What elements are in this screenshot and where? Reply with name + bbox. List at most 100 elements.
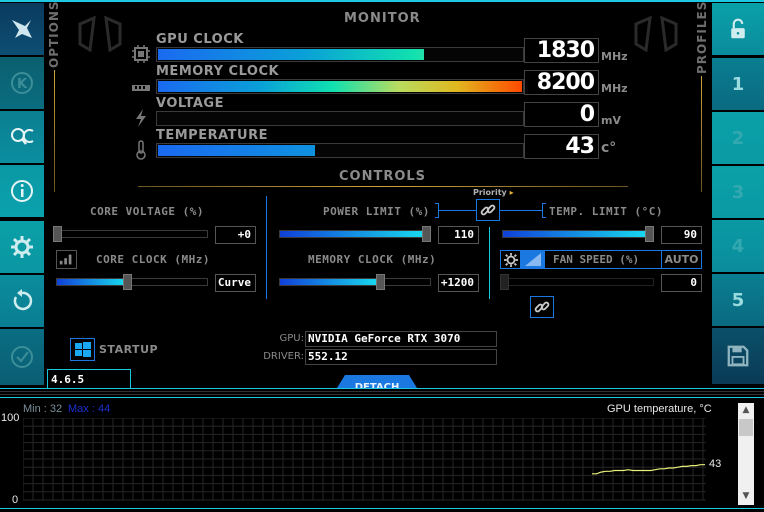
- graph-plot: [23, 418, 706, 501]
- version-box: 4.6.5: [47, 369, 131, 389]
- voltage-label: VOLTAGE: [156, 96, 224, 111]
- temp-limit-slider[interactable]: [502, 230, 654, 238]
- temperature-bar: [156, 143, 524, 158]
- core-clock-label: CORE CLOCK (MHz): [96, 253, 210, 266]
- apply-button[interactable]: [0, 329, 44, 385]
- memory-clock-ctrl-value[interactable]: +1200: [438, 274, 479, 292]
- profile-3-button[interactable]: 3: [712, 166, 764, 218]
- detach-button[interactable]: DETACH: [337, 375, 417, 388]
- fan-auto-button[interactable]: AUTO: [661, 251, 701, 268]
- frame-line-2: [0, 391, 764, 392]
- frame-line-1: [0, 388, 764, 389]
- reset-button[interactable]: [0, 275, 44, 327]
- fan-speed-slider[interactable]: [500, 278, 654, 286]
- settings-button[interactable]: [0, 221, 44, 273]
- memory-clock-ctrl-fill: [280, 279, 382, 285]
- version-text: 4.6.5: [51, 373, 85, 386]
- memory-clock-slider[interactable]: [279, 278, 431, 286]
- controls-title: CONTROLS: [339, 169, 427, 184]
- thermometer-icon: [136, 140, 146, 160]
- options-label: OPTIONS: [47, 0, 61, 68]
- scroll-up-icon[interactable]: ▲: [738, 405, 754, 417]
- controls-divider: [138, 186, 628, 187]
- scroll-thumb[interactable]: [739, 419, 753, 436]
- profile-1-button[interactable]: 1: [712, 58, 764, 110]
- graph-max-label: Max : 44: [68, 403, 111, 415]
- memory-clock-bar: [156, 79, 524, 94]
- profile-3-label: 3: [731, 181, 745, 203]
- power-limit-thumb[interactable]: [422, 226, 431, 242]
- temperature-unit: c°: [601, 140, 617, 156]
- msi-afterburner-icon: [12, 20, 32, 38]
- fan-speed-value[interactable]: 0: [661, 274, 702, 292]
- info-button[interactable]: [0, 165, 44, 217]
- startup-toggle[interactable]: [70, 338, 95, 361]
- oc-scanner-button[interactable]: [0, 111, 44, 163]
- priority-text: Priority: [473, 188, 507, 197]
- profile-1-label: 1: [731, 73, 745, 95]
- gpu-clock-label: GPU CLOCK: [156, 32, 244, 47]
- curve-editor-button[interactable]: [56, 250, 77, 269]
- gpu-info-label: GPU:: [279, 333, 304, 344]
- link-icon: [480, 204, 496, 216]
- profile-5-button[interactable]: 5: [712, 274, 764, 326]
- fan-settings-button[interactable]: [501, 251, 521, 268]
- gpu-clock-value: 1830: [524, 38, 599, 63]
- save-profile-button[interactable]: [712, 328, 764, 384]
- core-clock-value[interactable]: Curve: [215, 274, 256, 292]
- graph-y-bottom-label: 0: [12, 494, 19, 506]
- priority-line-left: [439, 210, 476, 211]
- core-clock-thumb[interactable]: [123, 274, 133, 290]
- memory-clock-unit: MHz: [601, 82, 628, 95]
- temp-limit-label: TEMP. LIMIT (°C): [549, 205, 663, 218]
- gpu-clock-bar: [156, 47, 524, 62]
- memory-clock-fill: [158, 81, 522, 92]
- memory-clock-thumb[interactable]: [376, 274, 386, 290]
- profile-2-button[interactable]: 2: [712, 112, 764, 164]
- gpu-clock-fill: [158, 49, 424, 60]
- voltage-value: 0: [524, 102, 599, 127]
- power-limit-value[interactable]: 110: [438, 226, 479, 244]
- fan-speed-thumb[interactable]: [500, 274, 509, 290]
- temp-limit-bracket: [542, 203, 546, 218]
- svg-text:K: K: [17, 77, 28, 92]
- memory-icon: [132, 85, 150, 91]
- fan-link-icon: [534, 301, 550, 313]
- afterburner-button[interactable]: [0, 3, 44, 55]
- core-voltage-value[interactable]: +0: [215, 226, 256, 244]
- fan-curve-button[interactable]: [521, 251, 545, 268]
- fan-speed-header: FAN SPEED (%) AUTO: [500, 250, 702, 269]
- graph-min-label: Min : 32: [23, 403, 63, 415]
- memory-clock-label: MEMORY CLOCK: [156, 64, 280, 79]
- power-temp-link-button[interactable]: [476, 199, 500, 221]
- logo-left-icon: [78, 16, 122, 52]
- profile-4-button[interactable]: 4: [712, 220, 764, 272]
- voltage-unit: mV: [601, 114, 621, 127]
- kombustor-button[interactable]: K: [0, 57, 44, 109]
- gpu-clock-unit: MHz: [601, 50, 628, 63]
- logo-right-icon: [634, 16, 678, 52]
- temperature-fill: [158, 145, 315, 156]
- temperature-value: 43: [524, 134, 599, 159]
- temp-limit-value[interactable]: 90: [661, 226, 702, 244]
- profile-lock-button[interactable]: [712, 3, 764, 55]
- driver-info-label: DRIVER:: [263, 351, 304, 362]
- fan-link-button[interactable]: [530, 296, 554, 318]
- monitor-title: MONITOR: [344, 11, 421, 26]
- temp-limit-thumb[interactable]: [645, 226, 654, 242]
- graph-current-value: 43: [709, 458, 722, 470]
- kombustor-k-icon: K: [11, 72, 33, 94]
- fan-curve-icon: [525, 253, 541, 266]
- power-limit-slider[interactable]: [279, 230, 431, 238]
- core-voltage-thumb[interactable]: [53, 226, 62, 242]
- scroll-down-icon[interactable]: ▼: [738, 491, 754, 503]
- core-voltage-slider[interactable]: [53, 230, 208, 238]
- apply-check-icon: [11, 346, 33, 368]
- priority-label: Priority ▸: [473, 188, 514, 197]
- temp-limit-fill: [503, 231, 653, 237]
- bar-chart-icon: [59, 254, 72, 265]
- voltage-bar: [156, 111, 524, 126]
- reset-icon: [13, 289, 33, 311]
- top-border: [0, 0, 764, 2]
- graph-scrollbar[interactable]: ▲ ▼: [738, 403, 754, 505]
